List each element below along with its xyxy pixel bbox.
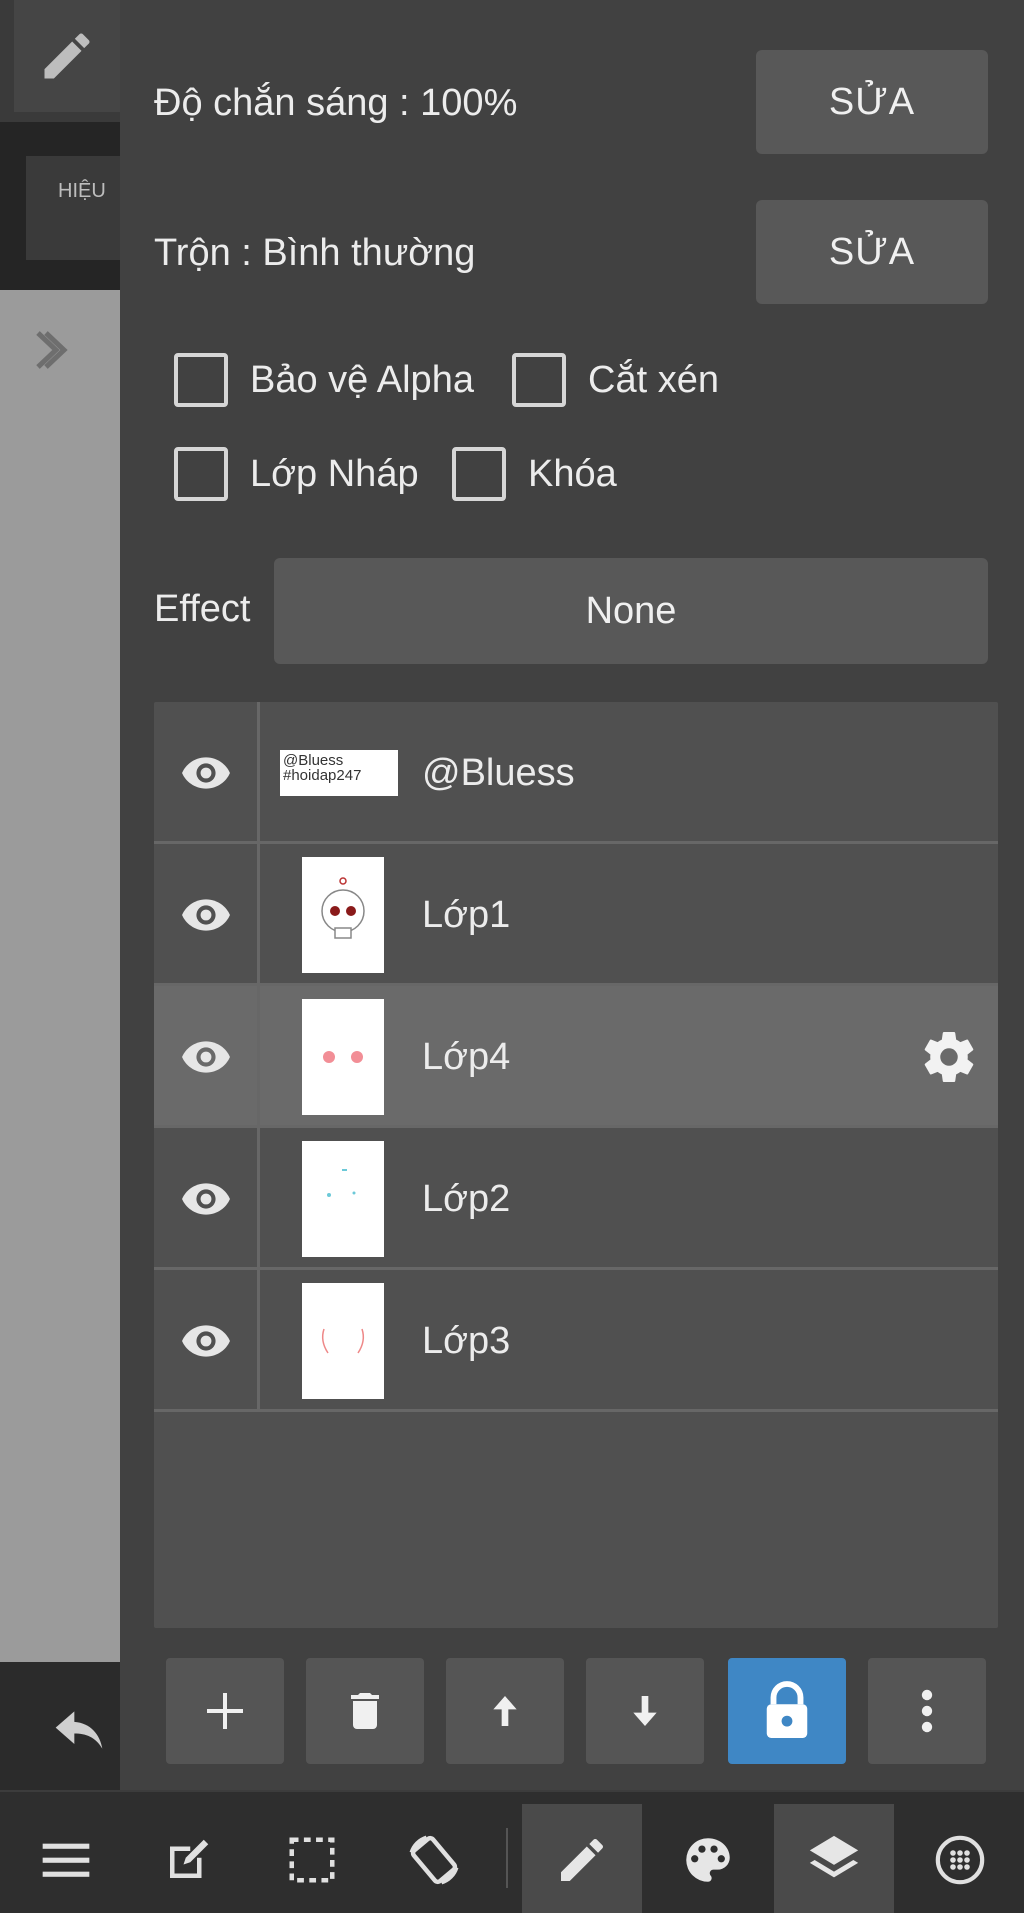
layers-button[interactable] — [774, 1804, 894, 1913]
layer-row-lop4[interactable]: Lớp4 — [154, 986, 998, 1128]
lock-label: Khóa — [528, 452, 617, 495]
canvas-area[interactable] — [0, 290, 120, 1662]
rotate-icon — [409, 1835, 459, 1884]
visibility-toggle[interactable] — [154, 1128, 260, 1270]
eye-icon — [181, 899, 230, 931]
move-layer-down-button[interactable] — [586, 1658, 704, 1764]
layer-name: Lớp2 — [422, 1178, 511, 1220]
clipping-label: Cắt xén — [588, 358, 719, 401]
canvas-side-strip: HIỆU — [0, 0, 120, 1790]
blend-mode-label: Trộn : Bình thường — [154, 232, 476, 274]
layer-row-lop2[interactable]: Lớp2 — [154, 1128, 998, 1270]
color-palette-button[interactable] — [648, 1804, 768, 1913]
alpha-protect-checkbox-row[interactable]: Bảo vệ Alpha — [174, 352, 474, 408]
blend-mode-edit-button[interactable]: SỬA — [756, 200, 988, 304]
lock-checkbox-row[interactable]: Khóa — [452, 446, 617, 502]
layer-name: Lớp3 — [422, 1320, 511, 1362]
edit-canvas-icon — [170, 1839, 209, 1878]
layer-thumbnail: @Bluess #hoidap247 — [280, 750, 398, 796]
menu-button[interactable] — [6, 1804, 126, 1913]
more-options-button[interactable] — [868, 1658, 986, 1764]
plus-icon — [207, 1693, 243, 1729]
draft-layer-checkbox[interactable] — [174, 447, 228, 501]
layer-panel: Độ chắn sáng : 100% SỬA Trộn : Bình thườ… — [120, 0, 1024, 1790]
watermark-thumb-text: @Bluess #hoidap247 — [283, 752, 362, 784]
pen-tool-toolbar-button[interactable] — [522, 1804, 642, 1913]
visibility-toggle[interactable] — [154, 986, 260, 1128]
arrow-up-icon — [493, 1696, 517, 1726]
delete-layer-button[interactable] — [306, 1658, 424, 1764]
draft-layer-label: Lớp Nháp — [250, 452, 419, 495]
eye-icon — [181, 757, 230, 789]
layer-thumbnail — [302, 857, 384, 973]
visibility-toggle[interactable] — [154, 844, 260, 986]
layer-name: Lớp4 — [422, 1036, 511, 1078]
layer-thumbnail — [302, 999, 384, 1115]
layer-row-lop1[interactable]: Lớp1 — [154, 844, 998, 986]
material-icon — [935, 1835, 985, 1884]
eye-icon — [181, 1041, 230, 1073]
clipping-checkbox-row[interactable]: Cắt xén — [512, 352, 719, 408]
edit-canvas-button[interactable] — [128, 1804, 248, 1913]
pen-tool-button[interactable] — [14, 0, 120, 112]
pencil-icon — [44, 33, 90, 79]
palette-icon — [686, 1837, 730, 1882]
eye-icon — [181, 1325, 230, 1357]
selection-button[interactable] — [252, 1804, 372, 1913]
clipping-checkbox[interactable] — [512, 353, 566, 407]
alpha-protect-label: Bảo vệ Alpha — [250, 358, 474, 401]
effect-tab[interactable]: HIỆU — [26, 156, 120, 260]
add-layer-button[interactable] — [166, 1658, 284, 1764]
layer-thumbnail — [302, 1141, 384, 1257]
selection-icon — [289, 1837, 335, 1882]
skull-drawing-thumb — [321, 877, 365, 939]
layer-settings-button[interactable] — [914, 1022, 984, 1092]
gear-icon — [924, 1031, 974, 1082]
pencil-icon — [561, 1838, 604, 1881]
outline-drawing-thumb — [321, 1328, 365, 1354]
move-layer-up-button[interactable] — [446, 1658, 564, 1764]
opacity-edit-button[interactable]: SỬA — [756, 50, 988, 154]
undo-button[interactable] — [44, 1700, 114, 1760]
layer-name: @Bluess — [422, 752, 575, 794]
opacity-label: Độ chắn sáng : 100% — [154, 82, 518, 124]
layers-icon — [809, 1835, 859, 1877]
more-vertical-icon — [921, 1689, 933, 1733]
visibility-toggle[interactable] — [154, 1270, 260, 1412]
lock-layer-button[interactable] — [728, 1658, 846, 1764]
effect-select[interactable]: None — [274, 558, 988, 664]
undo-icon — [55, 1711, 103, 1749]
lock-checkbox[interactable] — [452, 447, 506, 501]
bottom-toolbar — [0, 1790, 1024, 1913]
alpha-protect-checkbox[interactable] — [174, 353, 228, 407]
highlight-drawing-thumb — [327, 1169, 356, 1197]
toolbar-divider — [506, 1828, 508, 1888]
blush-drawing-thumb — [323, 1051, 363, 1063]
material-button[interactable] — [900, 1804, 1020, 1913]
draft-layer-checkbox-row[interactable]: Lớp Nháp — [174, 446, 419, 502]
lock-icon — [766, 1681, 808, 1738]
arrow-down-icon — [633, 1696, 657, 1726]
trash-icon — [351, 1693, 379, 1729]
layer-name: Lớp1 — [422, 894, 511, 936]
effect-label: Effect — [154, 588, 251, 630]
rotate-view-button[interactable] — [374, 1804, 494, 1913]
menu-icon — [42, 1843, 90, 1877]
layer-list: @Bluess #hoidap247 @Bluess Lớp1 Lớp4 Lớp… — [154, 702, 998, 1628]
layer-row-bluess[interactable]: @Bluess #hoidap247 @Bluess — [154, 702, 998, 844]
layer-row-lop3[interactable]: Lớp3 — [154, 1270, 998, 1412]
expand-chevron-icon[interactable] — [30, 325, 70, 375]
layer-thumbnail — [302, 1283, 384, 1399]
visibility-toggle[interactable] — [154, 702, 260, 844]
eye-icon — [181, 1183, 230, 1215]
